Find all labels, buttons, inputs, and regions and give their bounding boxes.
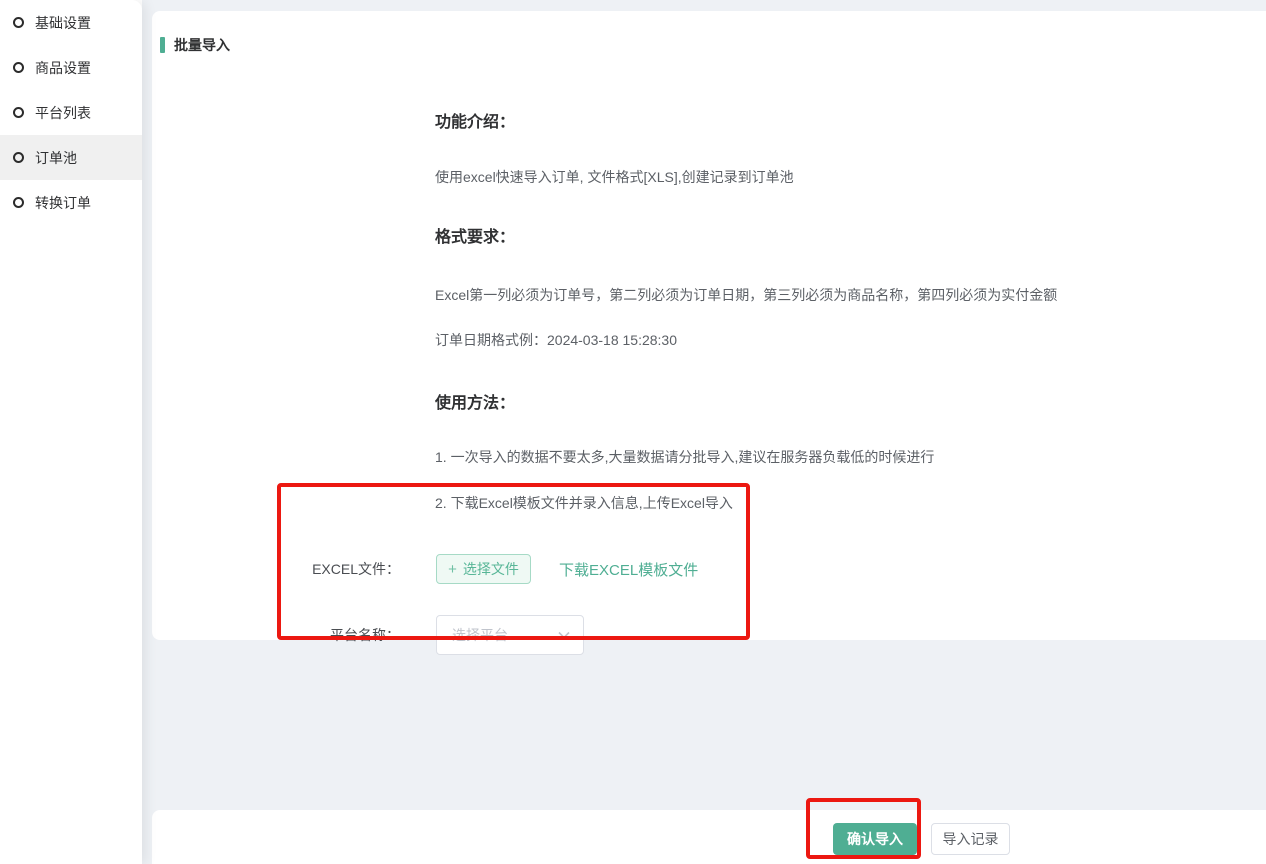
intro-text: 使用excel快速导入订单, 文件格式[XLS],创建记录到订单池 xyxy=(435,167,1266,187)
radio-circle-icon xyxy=(13,152,24,163)
choose-file-button-label: 选择文件 xyxy=(463,559,519,579)
platform-select[interactable]: 选择平台 xyxy=(436,615,584,655)
footer-bar: 确认导入 导入记录 xyxy=(152,810,1266,864)
choose-file-button[interactable]: + 选择文件 xyxy=(436,554,531,584)
sidebar-item-product-settings[interactable]: 商品设置 xyxy=(0,45,142,90)
excel-file-row: EXCEL文件： + 选择文件 下载EXCEL模板文件 xyxy=(152,554,1266,584)
app-root: 基础设置 商品设置 平台列表 订单池 转换订单 批量导入 功能介绍： 使用exc… xyxy=(0,0,1266,864)
format-heading: 格式要求： xyxy=(435,223,1266,247)
download-template-link[interactable]: 下载EXCEL模板文件 xyxy=(559,559,698,580)
usage-line-1: 1. 一次导入的数据不要太多,大量数据请分批导入,建议在服务器负载低的时候进行 xyxy=(435,447,1266,467)
plus-icon: + xyxy=(448,561,457,578)
chevron-down-icon xyxy=(558,631,570,639)
title-accent-bar xyxy=(160,37,165,53)
excel-file-label: EXCEL文件： xyxy=(152,559,400,579)
sidebar: 基础设置 商品设置 平台列表 订单池 转换订单 xyxy=(0,0,142,864)
format-line-2: 订单日期格式例：2024-03-18 15:28:30 xyxy=(435,330,1266,350)
radio-circle-icon xyxy=(13,197,24,208)
import-records-button[interactable]: 导入记录 xyxy=(931,823,1010,855)
radio-circle-icon xyxy=(13,62,24,73)
sidebar-item-label: 基础设置 xyxy=(35,13,91,33)
sidebar-item-label: 平台列表 xyxy=(35,103,91,123)
intro-heading: 功能介绍： xyxy=(435,108,1266,132)
instructions: 功能介绍： 使用excel快速导入订单, 文件格式[XLS],创建记录到订单池 … xyxy=(152,108,1266,655)
sidebar-item-platform-list[interactable]: 平台列表 xyxy=(0,90,142,135)
usage-line-2: 2. 下载Excel模板文件并录入信息,上传Excel导入 xyxy=(435,493,1266,513)
sidebar-item-order-pool[interactable]: 订单池 xyxy=(0,135,142,180)
page-title: 批量导入 xyxy=(152,11,1266,55)
platform-name-row: 平台名称： 选择平台 xyxy=(152,615,1266,655)
sidebar-item-convert-order[interactable]: 转换订单 xyxy=(0,180,142,225)
sidebar-item-label: 转换订单 xyxy=(35,193,91,213)
platform-name-label: 平台名称： xyxy=(152,625,400,645)
sidebar-item-basic-settings[interactable]: 基础设置 xyxy=(0,0,142,45)
page-title-text: 批量导入 xyxy=(174,35,230,55)
platform-select-placeholder: 选择平台 xyxy=(452,625,508,645)
confirm-import-button[interactable]: 确认导入 xyxy=(833,823,917,855)
usage-heading: 使用方法： xyxy=(435,389,1266,413)
radio-circle-icon xyxy=(13,107,24,118)
sidebar-item-label: 商品设置 xyxy=(35,58,91,78)
sidebar-item-label: 订单池 xyxy=(35,148,77,168)
format-line-1: Excel第一列必须为订单号，第二列必须为订单日期，第三列必须为商品名称，第四列… xyxy=(435,285,1266,305)
content-card: 批量导入 功能介绍： 使用excel快速导入订单, 文件格式[XLS],创建记录… xyxy=(152,11,1266,640)
radio-circle-icon xyxy=(13,17,24,28)
